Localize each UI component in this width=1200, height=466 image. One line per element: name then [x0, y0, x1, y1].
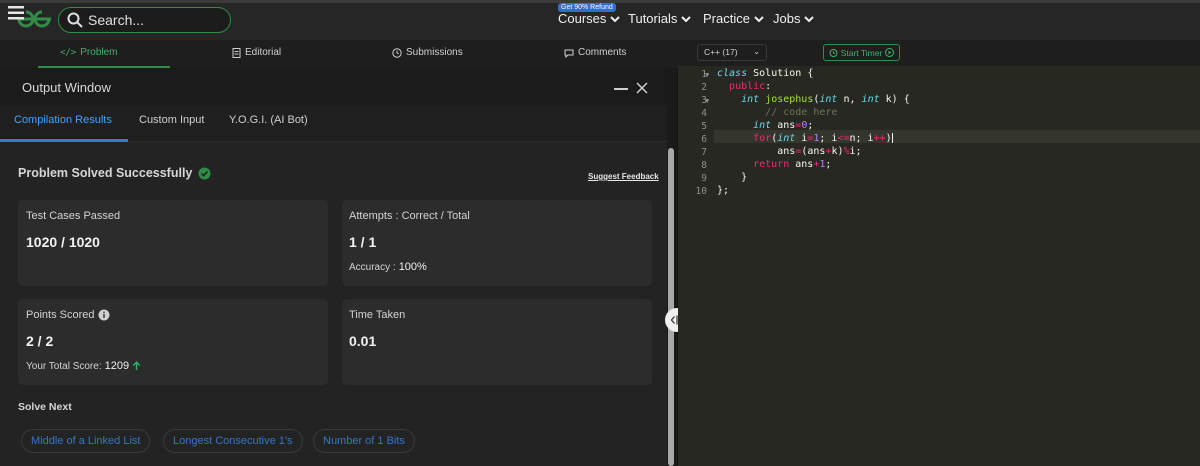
check-circle-icon [198, 167, 211, 179]
accuracy-label: Accuracy : [349, 261, 396, 273]
test-cases-label: Test Cases Passed [26, 210, 121, 222]
time-value: 0.01 [349, 333, 377, 349]
code-line: int ans=0; [753, 120, 814, 131]
line-number: 3 [701, 95, 707, 106]
tab-problem[interactable]: </> Problem [60, 47, 118, 58]
menu-icon[interactable] [8, 6, 24, 20]
suggest-feedback-link[interactable]: Suggest Feedback [588, 172, 659, 181]
status-message: Problem Solved Successfully [18, 166, 211, 180]
tab-submissions[interactable]: Submissions [392, 47, 463, 58]
line-number: 4 [701, 108, 707, 119]
line-number: 1 [701, 69, 707, 80]
document-icon [232, 47, 241, 58]
tab-custom-input[interactable]: Custom Input [139, 114, 204, 126]
total-score-label: Your Total Score: [26, 360, 102, 372]
solve-next-chip[interactable]: Longest Consecutive 1's [163, 429, 303, 453]
line-number: 8 [701, 160, 707, 171]
language-select[interactable]: C++ (17) ⌄ [697, 44, 767, 61]
nav-jobs[interactable]: Jobs [773, 11, 815, 26]
nav-tutorials[interactable]: Tutorials [628, 11, 692, 26]
start-timer-label: Start Timer [840, 47, 883, 58]
result-tab-indicator [0, 139, 128, 142]
tab-yogi-ai-bot[interactable]: Y.O.G.I. (AI Bot) [229, 114, 308, 126]
chevron-down-icon [804, 15, 815, 22]
total-score-value: 1209 [104, 360, 130, 372]
tab-problem-label: Problem [80, 47, 118, 58]
chevron-down-icon [681, 15, 692, 22]
line-number: 10 [695, 186, 707, 197]
fold-arrow-icon[interactable]: ▼ [705, 97, 709, 105]
code-line: for(int i=1; i<=n; i++) [753, 133, 893, 144]
search-placeholder: Search... [88, 12, 145, 28]
nav-practice[interactable]: Practice [703, 11, 764, 26]
attempts-value: 1 / 1 [349, 234, 377, 250]
solve-next-heading: Solve Next [18, 401, 72, 413]
code-line: }; [717, 185, 730, 196]
total-score: Your Total Score: 1209 [26, 360, 141, 372]
play-icon [885, 48, 895, 57]
info-icon[interactable] [98, 309, 110, 321]
tab-compilation-results[interactable]: Compilation Results [14, 114, 112, 126]
chevron-down-icon [754, 15, 764, 22]
code-line: // code here [765, 107, 838, 118]
nav-jobs-label: Jobs [773, 11, 801, 26]
test-cases-value: 1020 / 1020 [26, 234, 100, 250]
status-text: Problem Solved Successfully [18, 166, 193, 180]
clock-icon [392, 47, 402, 58]
close-icon[interactable] [636, 82, 648, 94]
code-line: int josephus(int n, int k) { [741, 94, 910, 105]
tab-editorial-label: Editorial [245, 47, 282, 58]
chat-icon [564, 49, 574, 58]
chevron-down-icon [610, 15, 621, 22]
tab-editorial[interactable]: Editorial [232, 47, 281, 58]
accuracy: Accuracy : 100% [349, 261, 427, 273]
attempts-label: Attempts : Correct / Total [349, 210, 470, 222]
line-number: 6 [701, 134, 707, 145]
solve-next-chip[interactable]: Middle of a Linked List [21, 429, 151, 453]
output-window-title: Output Window [22, 80, 111, 95]
accuracy-value: 100% [398, 261, 427, 273]
line-number: 5 [701, 121, 707, 132]
chevron-down-icon: ⌄ [753, 47, 760, 56]
time-label: Time Taken [349, 309, 406, 321]
code-line: class Solution { [717, 68, 814, 79]
language-value: C++ (17) [704, 47, 738, 57]
nav-courses-label: Courses [558, 11, 607, 26]
nav-practice-label: Practice [703, 11, 750, 26]
line-number: 9 [701, 173, 707, 184]
nav-courses[interactable]: Courses [558, 11, 621, 26]
points-label-row: Points Scored [26, 309, 110, 321]
code-icon: </> [60, 47, 77, 58]
code-line: public: [729, 81, 772, 92]
code-line: return ans+1; [753, 159, 832, 170]
nav-tutorials-label: Tutorials [628, 11, 678, 26]
solve-next-chip[interactable]: Number of 1 Bits [313, 429, 415, 453]
search-icon [67, 12, 83, 28]
search-input[interactable]: Search... [58, 7, 231, 33]
code-line: } [717, 172, 748, 183]
minimize-icon[interactable] [614, 88, 628, 90]
fold-arrow-icon[interactable]: ▼ [705, 71, 709, 79]
start-timer-button[interactable]: Start Timer [823, 44, 900, 61]
line-number: 2 [701, 82, 707, 93]
tab-submissions-label: Submissions [406, 47, 463, 58]
points-label: Points Scored [26, 309, 95, 321]
scrollbar-thumb[interactable] [668, 148, 674, 466]
tab-comments-label: Comments [578, 47, 627, 58]
line-number: 7 [701, 147, 707, 158]
points-value: 2 / 2 [26, 333, 54, 349]
alarm-clock-icon [829, 49, 838, 57]
arrow-up-icon [132, 361, 141, 370]
code-line: ans=(ans+k)%i; [717, 146, 862, 157]
tab-comments[interactable]: Comments [564, 47, 626, 58]
